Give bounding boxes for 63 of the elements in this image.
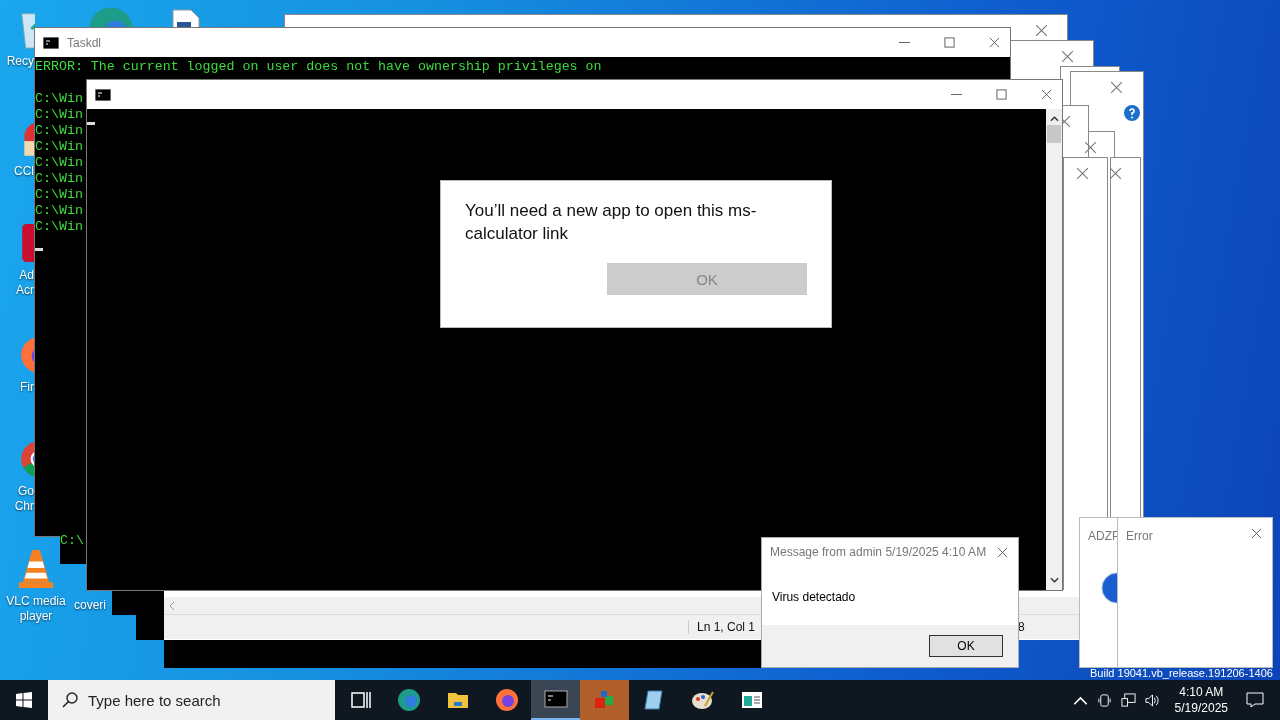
close-icon[interactable]: [1251, 528, 1262, 539]
close-icon[interactable]: [1036, 25, 1047, 36]
help-icon[interactable]: [1124, 105, 1140, 121]
console-line: C:\Win: [35, 91, 83, 107]
console-line: C:\Win: [35, 139, 83, 155]
dialog-message: You’ll need a new app to open this ms-calculator link: [465, 200, 758, 245]
desktop-icon-label[interactable]: CCl: [14, 164, 34, 179]
clock-time[interactable]: 4:10 AM: [1179, 684, 1224, 700]
window-title: Error: [1126, 529, 1153, 543]
close-icon[interactable]: [997, 546, 1008, 558]
vertical-scrollbar[interactable]: [1046, 109, 1062, 590]
desktop-icon-label[interactable]: coveri: [74, 598, 106, 613]
close-icon[interactable]: [1062, 51, 1073, 62]
search-icon: [62, 692, 78, 708]
ok-button[interactable]: OK: [929, 635, 1003, 657]
desktop-icon-label[interactable]: Acr: [16, 283, 34, 298]
console-line: C:\: [60, 533, 84, 548]
notification-icon[interactable]: [1246, 692, 1264, 708]
network-icon[interactable]: [1120, 692, 1136, 708]
clock-date[interactable]: 5/19/2025: [1174, 700, 1228, 716]
desktop-icon-label[interactable]: Recy: [6, 54, 34, 69]
maximize-icon[interactable]: [996, 89, 1007, 100]
windows-logo-icon[interactable]: [16, 692, 32, 708]
console-line: C:\Win: [35, 123, 83, 139]
console-icon: [43, 36, 59, 49]
desktop-icon-label[interactable]: Ad: [19, 268, 34, 283]
search-field[interactable]: Type here to search: [48, 680, 335, 720]
desktop-icon-label[interactable]: Chr: [14, 499, 34, 514]
close-icon[interactable]: [989, 37, 1000, 48]
info-icon: [1101, 572, 1117, 604]
build-text: Build 19041.vb_release.191206-1406: [1090, 667, 1273, 679]
console-line: C:\Win: [35, 219, 83, 235]
console-line: C:\Win: [35, 171, 83, 187]
close-icon[interactable]: [1110, 168, 1121, 179]
maximize-icon[interactable]: [944, 37, 955, 48]
taskbar-app[interactable]: [531, 680, 580, 720]
message-text: Virus detectado: [771, 589, 857, 606]
close-icon[interactable]: [1041, 89, 1052, 100]
console-line: C:\Win: [35, 203, 83, 219]
close-icon[interactable]: [1077, 168, 1088, 179]
browser-icon: [494, 688, 519, 712]
desktop-icon-label[interactable]: Fir: [20, 380, 34, 395]
status-text: 8: [1018, 620, 1025, 634]
console-line: ERROR: The current logged on user does not have ownership privileges on: [35, 59, 602, 75]
window-title: Message from admin 5/19/2025 4:10 AM: [770, 545, 987, 559]
desktop-icon-label[interactable]: player: [19, 609, 53, 624]
desktop-icon-label[interactable]: Go: [18, 484, 34, 499]
traffic-cone-icon[interactable]: [17, 548, 55, 590]
console-line: C:\Win: [35, 187, 83, 203]
cursor-position: Ln 1, Col 1: [688, 620, 756, 634]
scroll-thumb[interactable]: [1047, 125, 1061, 143]
console-icon: [95, 88, 111, 101]
edge-icon: [396, 688, 421, 712]
window-title: Taskdl: [67, 35, 101, 50]
close-icon[interactable]: [1085, 142, 1096, 153]
close-icon[interactable]: [1111, 82, 1122, 93]
console-line: C:\Win: [35, 107, 83, 123]
notepad-icon: [641, 688, 666, 712]
console-line: C:\Win: [35, 155, 83, 171]
device-icon[interactable]: [1096, 692, 1112, 708]
console-icon: [543, 687, 568, 711]
desktop-icon-label[interactable]: VLC media: [6, 594, 66, 609]
volume-icon[interactable]: [1144, 692, 1160, 708]
